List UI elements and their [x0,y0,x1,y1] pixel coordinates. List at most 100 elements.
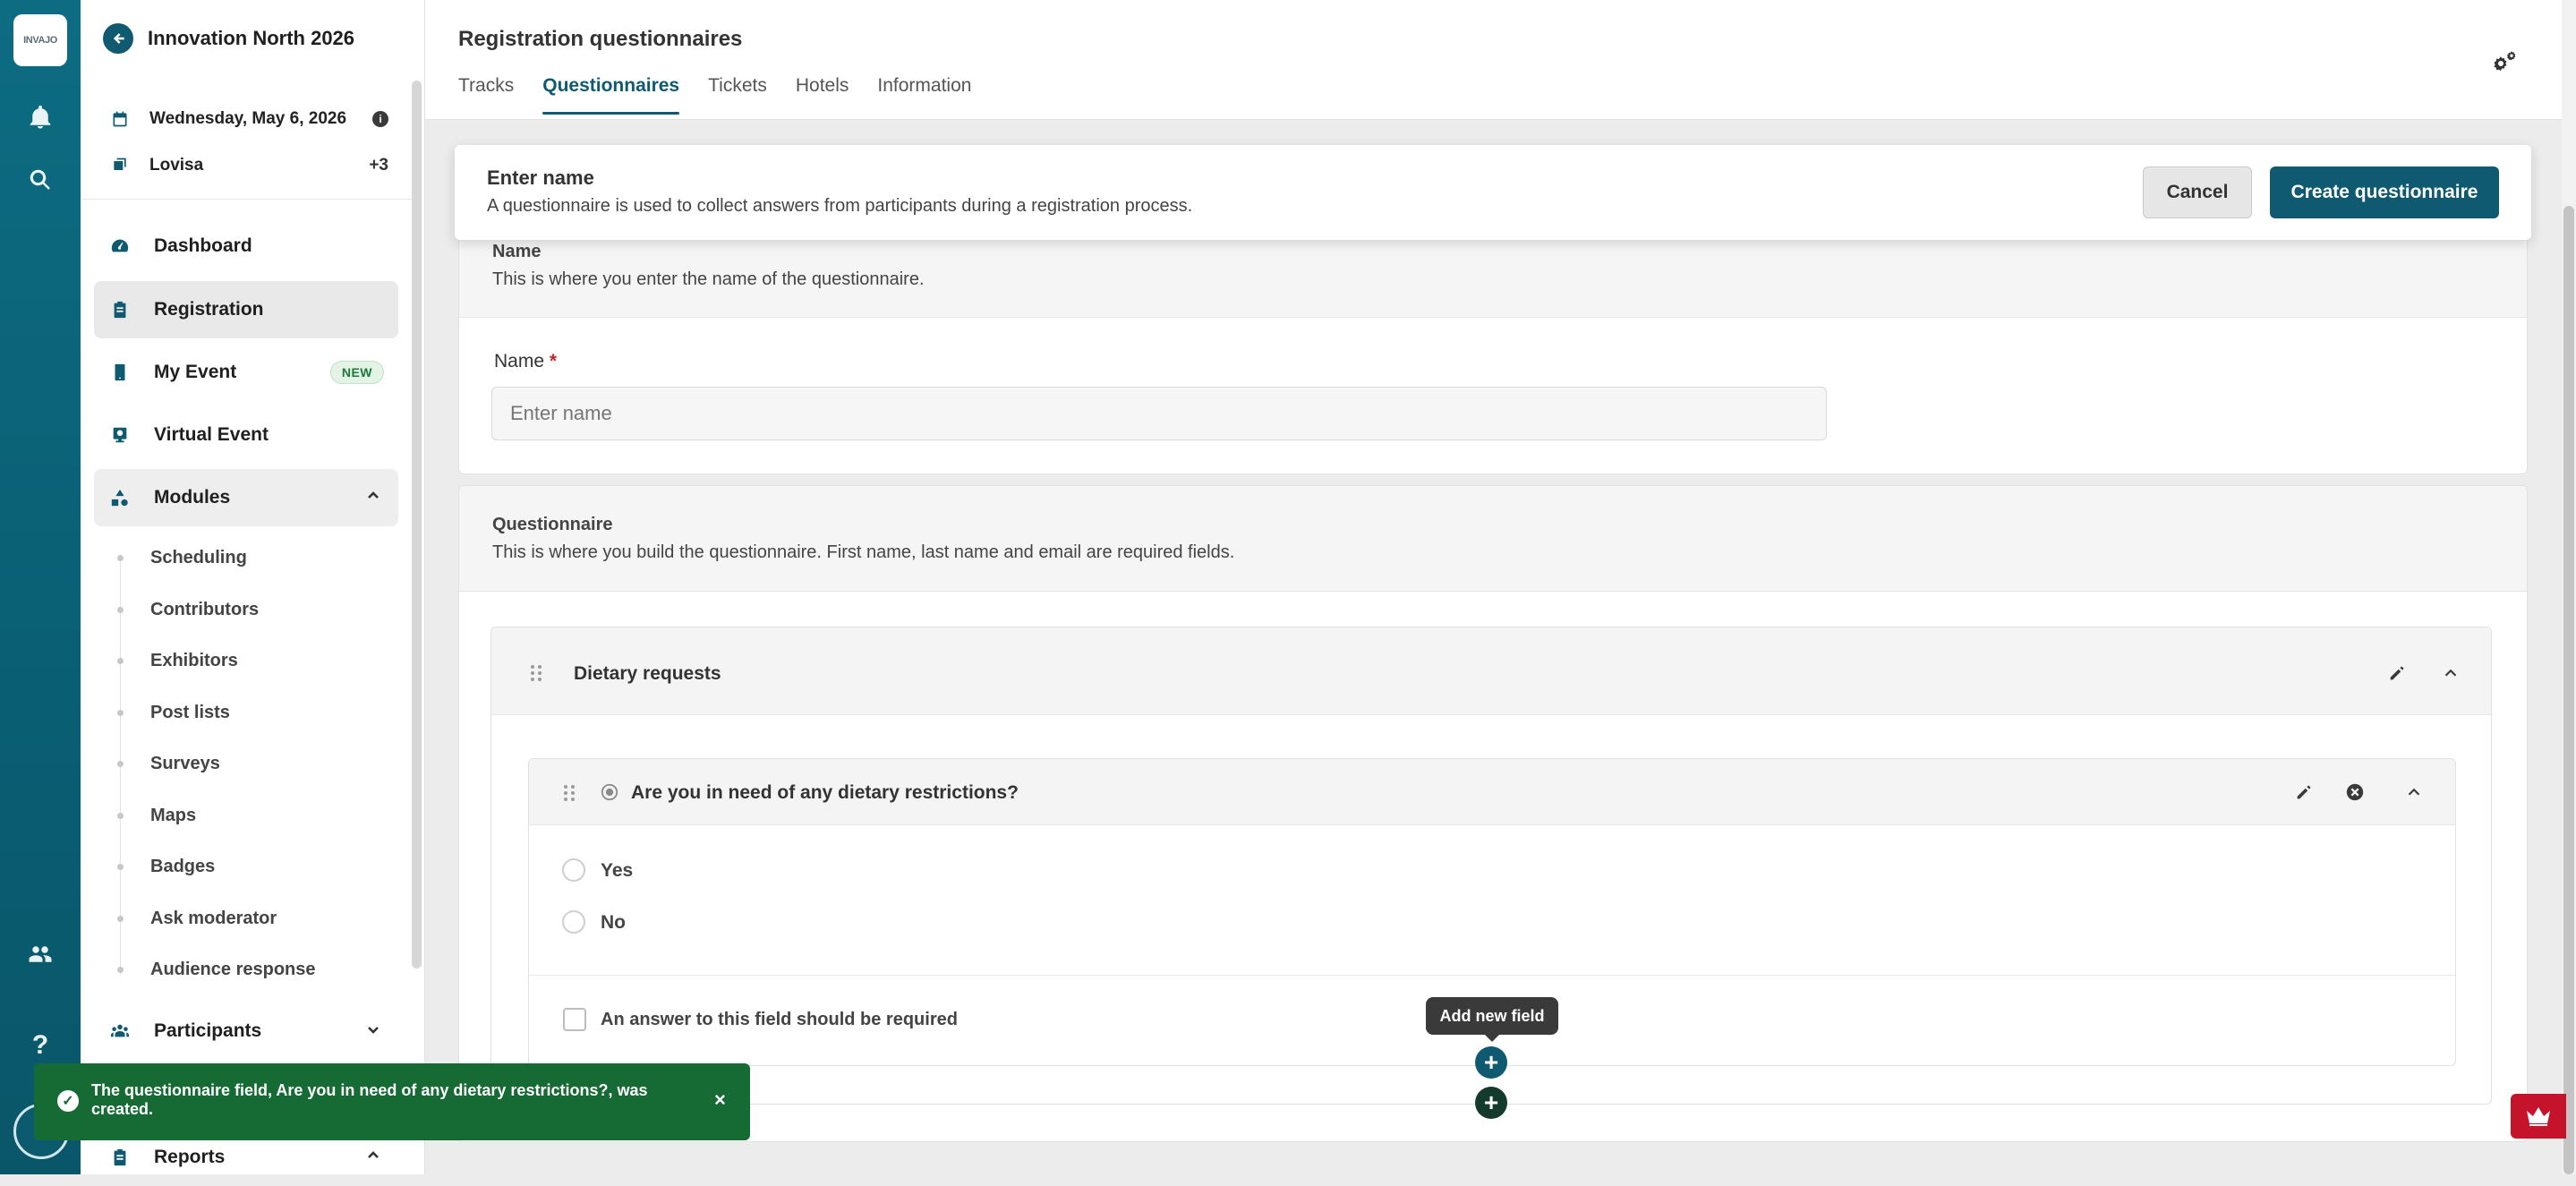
sidebar [81,0,425,1174]
search-icon[interactable] [22,162,58,198]
phone-icon [109,362,131,383]
module-item-label: Maps [150,806,197,825]
shapes-icon [109,487,131,508]
event-title: Innovation North 2026 [148,27,355,49]
sidebar-item-my-event[interactable]: My Event NEW [94,344,398,401]
sidebar-item-label: Reports [154,1147,226,1167]
crown-icon[interactable] [2511,1094,2566,1139]
tab-tracks[interactable]: Tracks [458,75,514,115]
sidebar-item-dashboard[interactable]: Dashboard [94,218,398,275]
module-item-label: Contributors [150,600,260,619]
option-label-yes: Yes [601,860,634,881]
module-item-post-lists[interactable]: Post lists [117,703,230,723]
toast-message: The questionnaire field, Are you in need… [91,1081,648,1118]
required-answer-checkbox[interactable] [563,1008,586,1031]
people-icon[interactable] [22,936,58,972]
sticky-title: Enter name [487,166,594,189]
question-group-header [491,627,2491,715]
sidebar-item-registration[interactable]: Registration [94,281,398,338]
new-badge: NEW [329,361,384,384]
sidebar-scrollbar[interactable] [412,81,422,968]
module-item-exhibitors[interactable]: Exhibitors [117,651,238,671]
sidebar-item-label: My Event [154,362,237,382]
module-item-maps[interactable]: Maps [117,806,196,826]
user-switch-icon [111,157,129,175]
success-toast: ✓ The questionnaire field, Are you in ne… [34,1063,750,1140]
module-item-ask-moderator[interactable]: Ask moderator [117,909,277,929]
radio-option-yes[interactable] [562,858,585,882]
sidebar-item-label: Virtual Event [154,424,269,445]
module-item-surveys[interactable]: Surveys [117,754,220,774]
edit-pencil-icon[interactable] [2387,663,2407,683]
help-icon[interactable]: ? [22,1028,58,1063]
extra-users-count[interactable]: +3 [369,156,388,175]
sidebar-item-virtual-event[interactable]: Virtual Event [94,406,398,464]
chevron-up-icon[interactable] [2441,663,2461,683]
module-item-label: Badges [150,857,216,876]
name-input[interactable] [491,387,1827,440]
event-user-row[interactable]: Lovisa +3 [111,156,388,175]
module-item-label: Ask moderator [150,909,277,928]
name-section-title: Name [492,242,542,261]
create-questionnaire-button[interactable]: Create questionnaire [2270,166,2499,218]
sidebar-item-label: Registration [154,299,264,320]
calendar-icon [111,110,129,128]
module-item-badges[interactable]: Badges [117,857,215,877]
settings-gears-icon[interactable] [2490,48,2519,77]
drag-handle-icon[interactable] [530,664,542,682]
chevron-up-icon[interactable] [366,489,380,508]
tab-information[interactable]: Information [877,75,971,115]
chevron-down-icon[interactable] [366,1022,380,1041]
sidebar-divider [81,199,412,200]
bullet [117,607,124,613]
chevron-up-icon[interactable] [366,1148,380,1167]
bullet [117,967,124,973]
edit-pencil-icon[interactable] [2294,782,2314,802]
add-field-button[interactable]: + [1475,1046,1507,1079]
delete-circle-x-icon[interactable] [2345,782,2365,802]
back-arrow-icon[interactable] [103,23,133,54]
app-logo[interactable]: INVAJO [13,14,67,66]
sidebar-item-modules[interactable]: Modules [94,469,398,526]
group-title: Dietary requests [574,663,721,684]
sidebar-item-label: Dashboard [154,235,252,256]
required-answer-label: An answer to this field should be requir… [601,1010,958,1029]
close-icon[interactable]: × [714,1088,726,1112]
add-group-button[interactable]: + [1475,1087,1507,1119]
tab-tickets[interactable]: Tickets [708,75,767,115]
radio-option-no[interactable] [562,910,585,934]
sidebar-item-label: Modules [154,487,231,508]
module-item-audience-response[interactable]: Audience response [117,960,316,980]
module-item-scheduling[interactable]: Scheduling [117,548,247,568]
sidebar-item-participants[interactable]: Participants [94,1003,398,1060]
info-icon[interactable]: i [372,111,388,127]
questionnaire-section-description: This is where you build the questionnair… [492,542,1235,562]
name-section-description: This is where you enter the name of the … [492,269,925,289]
required-asterisk: * [549,351,558,371]
dashboard-icon [109,235,131,257]
page-scrollbar[interactable] [2563,206,2574,1174]
bullet [117,864,124,870]
participants-icon [109,1020,131,1042]
module-item-label: Scheduling [150,548,247,567]
bullet [117,813,124,819]
chevron-up-icon[interactable] [2404,782,2424,802]
module-item-label: Surveys [150,754,220,773]
cancel-button[interactable]: Cancel [2143,166,2252,218]
add-new-field-tooltip: Add new field [1426,997,1558,1042]
option-label-no: No [601,912,626,933]
name-field-label: Name * [494,351,558,371]
bullet [117,710,124,716]
drag-handle-icon[interactable] [563,784,576,802]
bullet [117,761,124,767]
sidebar-item-label: Participants [154,1020,262,1041]
module-item-contributors[interactable]: Contributors [117,600,259,620]
bell-icon[interactable] [22,99,58,135]
questionnaire-section-header [459,486,2527,592]
sticky-description: A questionnaire is used to collect answe… [487,196,1193,216]
tab-questionnaires[interactable]: Questionnaires [542,75,679,115]
sidebar-header: Innovation North 2026 [103,23,354,54]
tab-hotels[interactable]: Hotels [796,75,849,115]
monitor-icon [109,424,131,446]
event-user: Lovisa [149,156,204,175]
